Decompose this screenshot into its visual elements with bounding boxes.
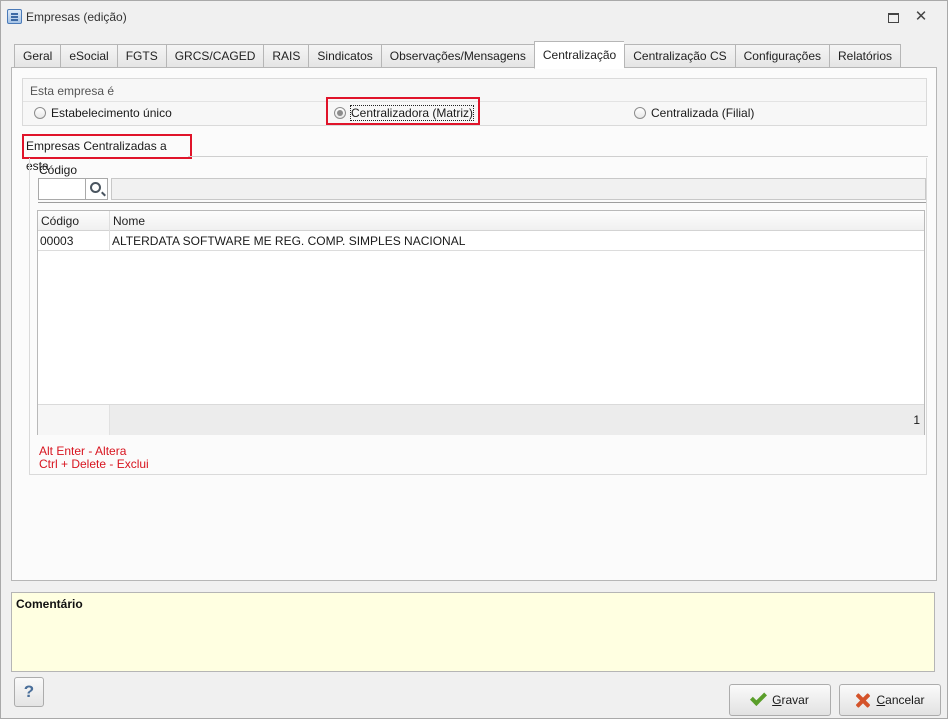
tab-sindicatos[interactable]: Sindicatos: [308, 44, 381, 69]
check-icon: [750, 689, 768, 706]
tab-relatorios[interactable]: Relatórios: [829, 44, 902, 69]
window-title: Empresas (edição): [26, 10, 127, 24]
section-divider: [188, 156, 928, 157]
section-caption: Empresas Centralizadas a esta: [22, 134, 192, 173]
edit-company-window: Empresas (edição) ✕ Geral eSocial FGTS G…: [0, 0, 948, 719]
table-row[interactable]: 00003 ALTERDATA SOFTWARE ME REG. COMP. S…: [38, 231, 924, 251]
radio-estabelecimento-unico[interactable]: Estabelecimento único: [34, 106, 172, 120]
codigo-label: Código: [39, 163, 78, 177]
tab-strip: Geral eSocial FGTS GRCS/CAGED RAIS Sindi…: [14, 41, 902, 69]
tab-grcs-caged[interactable]: GRCS/CAGED: [165, 44, 264, 69]
comment-box[interactable]: Comentário: [11, 592, 935, 672]
title-bar: Empresas (edição) ✕: [1, 1, 947, 33]
record-count: 1: [110, 405, 924, 435]
tab-rais[interactable]: RAIS: [263, 44, 309, 69]
highlight-annotation: [326, 97, 480, 125]
search-icon: [90, 182, 101, 193]
centralizacao-panel: Esta empresa é Estabelecimento único Cen…: [11, 67, 937, 581]
save-label: Gravar: [772, 693, 809, 707]
close-x-icon: [855, 693, 870, 708]
footer-cell: [38, 405, 110, 435]
radio-label: Centralizada (Filial): [651, 106, 755, 120]
grid-header: Código Nome: [38, 211, 924, 231]
close-icon[interactable]: ✕: [914, 9, 928, 24]
tab-configuracoes[interactable]: Configurações: [734, 44, 829, 69]
tab-esocial[interactable]: eSocial: [60, 44, 117, 69]
app-icon: [7, 9, 22, 24]
radio-label: Estabelecimento único: [51, 106, 172, 120]
tab-geral[interactable]: Geral: [14, 44, 61, 69]
save-button[interactable]: Gravar: [729, 684, 831, 716]
tab-centralizacao-cs[interactable]: Centralização CS: [624, 44, 735, 69]
column-header-codigo[interactable]: Código: [38, 211, 110, 231]
tab-centralizacao[interactable]: Centralização: [533, 41, 625, 69]
codigo-input[interactable]: [38, 178, 86, 200]
filter-divider: [38, 202, 926, 203]
radio-button[interactable]: [34, 107, 46, 119]
empresas-grid[interactable]: Código Nome 00003 ALTERDATA SOFTWARE ME …: [37, 210, 925, 435]
radio-centralizada-filial[interactable]: Centralizada (Filial): [634, 106, 754, 120]
grid-footer: 1: [38, 404, 924, 435]
tab-observacoes[interactable]: Observações/Mensagens: [380, 44, 534, 69]
cancel-button[interactable]: Cancelar: [839, 684, 941, 716]
radio-button[interactable]: [634, 107, 646, 119]
help-button[interactable]: ?: [14, 677, 44, 707]
cancel-label: Cancelar: [876, 693, 925, 707]
restore-icon[interactable]: [886, 10, 900, 24]
comment-label: Comentário: [16, 597, 83, 611]
hint-alt-enter: Alt Enter - Altera: [39, 444, 127, 458]
search-button[interactable]: [86, 178, 108, 200]
cell-nome: ALTERDATA SOFTWARE ME REG. COMP. SIMPLES…: [112, 234, 466, 248]
cell-codigo: 00003: [38, 231, 110, 251]
nome-display-field: [111, 178, 926, 200]
tab-fgts[interactable]: FGTS: [116, 44, 166, 69]
hint-ctrl-delete: Ctrl + Delete - Exclui: [39, 457, 149, 471]
group-caption: Esta empresa é: [30, 84, 115, 98]
column-header-nome[interactable]: Nome: [110, 211, 924, 231]
